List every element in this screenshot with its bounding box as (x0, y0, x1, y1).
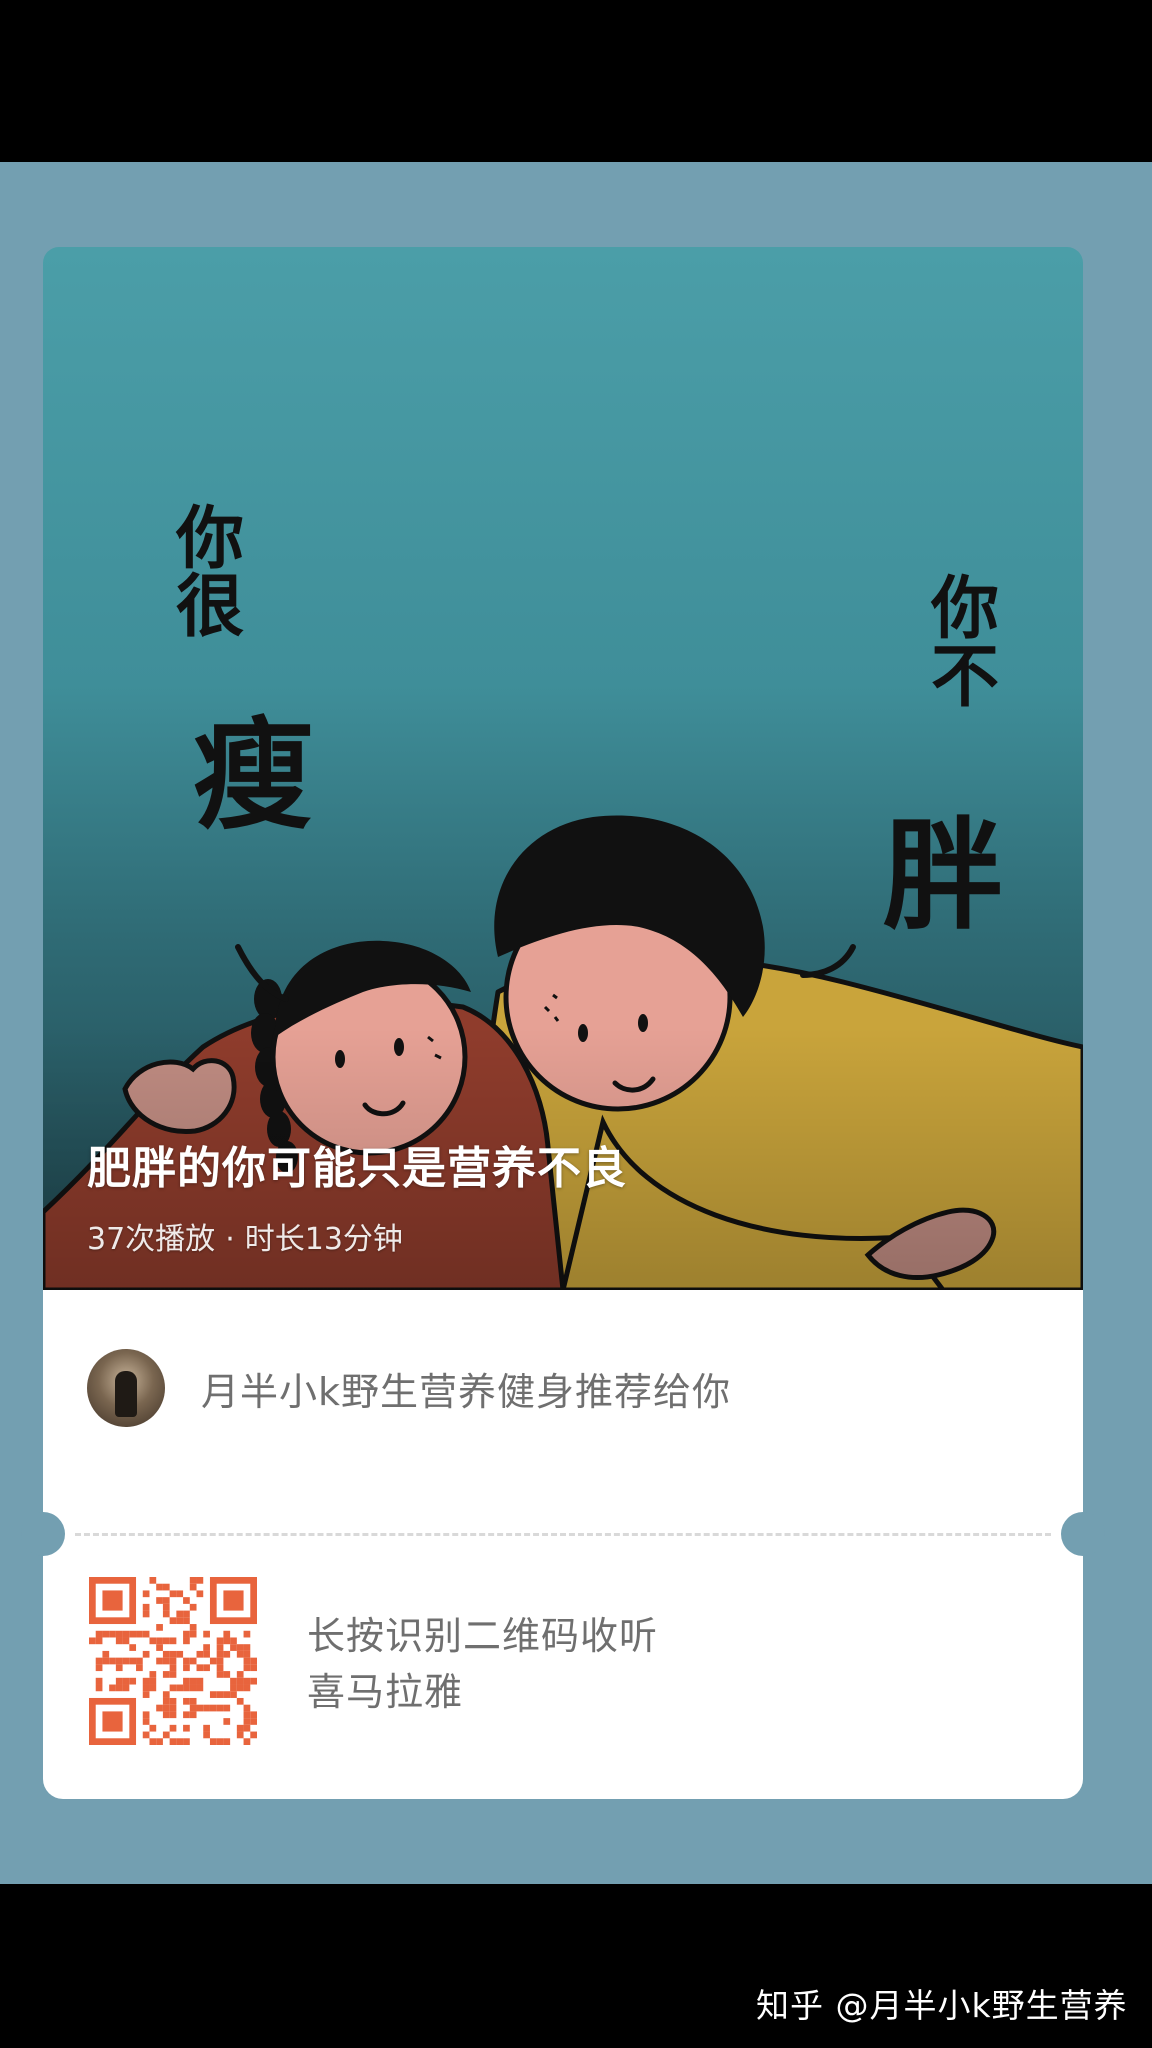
qr-code[interactable] (89, 1577, 257, 1745)
cover-text-left-big: 瘦 (193, 707, 313, 846)
top-black-bar (0, 0, 1152, 162)
qr-instruction: 长按识别二维码收听 (307, 1614, 659, 1658)
qr-caption: 长按识别二维码收听 喜马拉雅 (307, 1608, 658, 1720)
album-meta: 37次播放 · 时长13分钟 (87, 1214, 403, 1258)
cover-text-right-small: 你不 (919, 572, 1000, 708)
meta-separator: · (225, 1222, 235, 1257)
recommend-text: 月半小k野生营养健身推荐给你 (201, 1369, 732, 1414)
duration: 时长13分钟 (244, 1222, 403, 1257)
album-title: 肥胖的你可能只是营养不良 (87, 1143, 627, 1194)
album-cover[interactable]: 你很 瘦 你不 胖 肥胖的你可能只是营养不良 37次播放 · 时长13分钟 (43, 247, 1083, 1290)
ticket-notch-right (1061, 1512, 1105, 1556)
ticket-notch-left (21, 1512, 65, 1556)
recommender-row: 月半小k野生营养健身推荐给你 (87, 1348, 731, 1428)
avatar (87, 1349, 165, 1427)
share-card: 你很 瘦 你不 胖 肥胖的你可能只是营养不良 37次播放 · 时长13分钟 月半小k… (21, 247, 1105, 1799)
share-info-panel: 月半小k野生营养健身推荐给你 长按识别二维码收听 喜马拉雅 (21, 1290, 1105, 1799)
share-poster-stage: 你很 瘦 你不 胖 肥胖的你可能只是营养不良 37次播放 · 时长13分钟 月半小k… (0, 162, 1152, 2024)
cover-text-left-small: 你很 (164, 502, 245, 638)
play-count: 37次播放 (87, 1222, 216, 1257)
qr-app-name: 喜马拉雅 (307, 1670, 464, 1714)
cover-text-right-big: 胖 (883, 807, 1003, 946)
watermark: 知乎 @月半小k野生营养 (756, 1986, 1128, 2025)
dashed-divider (75, 1533, 1051, 1536)
